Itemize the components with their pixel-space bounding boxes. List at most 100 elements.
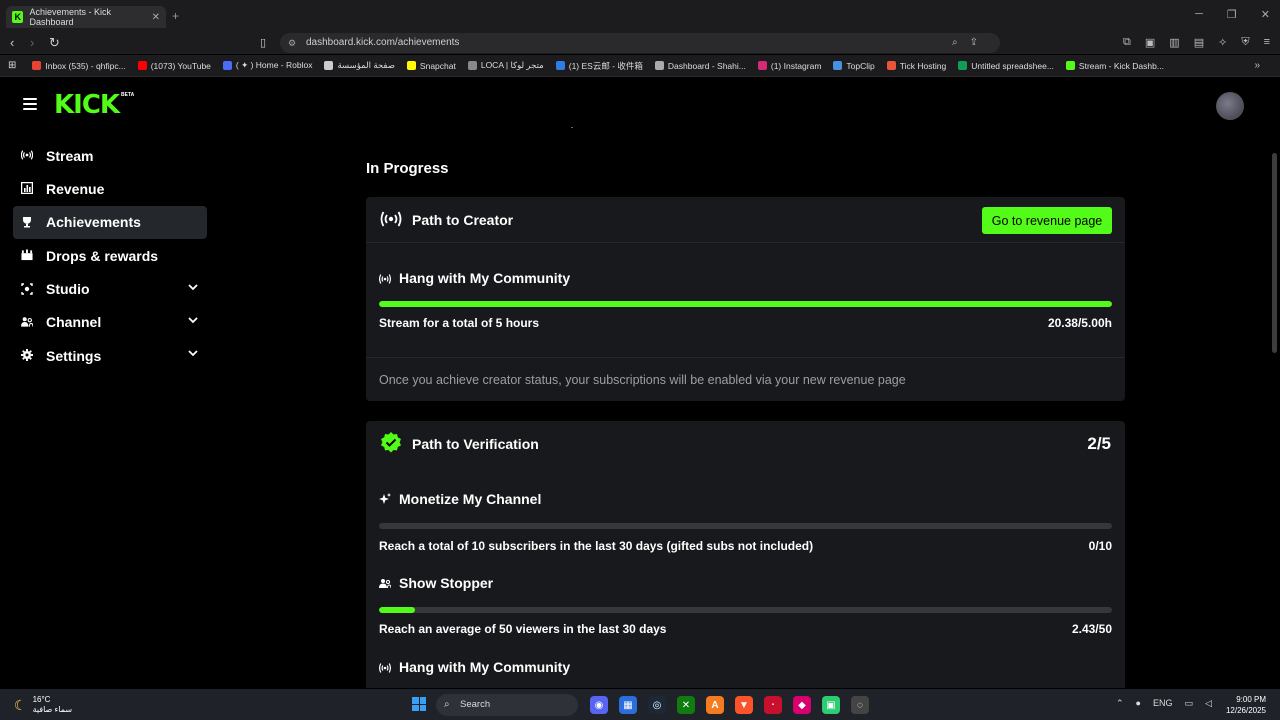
maximize-icon[interactable]: ❐ (1227, 8, 1237, 21)
bookmark-page-icon[interactable]: ▯ (260, 36, 266, 49)
sidebar-item-achievements[interactable]: Achievements (13, 205, 207, 239)
steam-icon[interactable]: ◎ (648, 696, 666, 714)
forward-icon[interactable]: › (30, 35, 34, 50)
bookmark-item[interactable]: Dashboard - Shahi... (654, 60, 746, 72)
leo-icon[interactable]: ✧ (1218, 36, 1227, 49)
kick-logo[interactable]: KICK (54, 90, 120, 120)
achievement-title: Show Stopper (379, 573, 1112, 593)
app-icon[interactable]: A (706, 696, 724, 714)
clock[interactable]: 9:00 PM 12/26/2025 (1226, 694, 1266, 716)
bookmark-item[interactable]: Inbox (535) - qhfipc... (32, 60, 126, 72)
language-indicator[interactable]: ENG (1153, 698, 1173, 709)
progress-fill (379, 607, 415, 613)
bookmark-item[interactable]: LOCA | متجر لوكا (467, 60, 544, 72)
bookmark-item[interactable]: Untitled spreadshee... (958, 60, 1054, 72)
wallet-icon[interactable]: ▤ (1194, 36, 1204, 49)
network-icon[interactable]: ▭ (1185, 698, 1194, 709)
sidebar-item-label: Achievements (46, 214, 141, 231)
reload-icon[interactable]: ↻ (49, 35, 60, 51)
game-icon[interactable]: ▪ (764, 696, 782, 714)
shield-icon[interactable]: ⛨ (1241, 36, 1249, 49)
bookmark-item[interactable]: صفحة المؤسسة (324, 60, 395, 72)
apps-grid-icon[interactable]: ⊞ (8, 60, 16, 71)
taskbar-search[interactable]: ⌕ Search (436, 694, 578, 716)
chevron-down-icon[interactable] (187, 347, 199, 359)
minimize-icon[interactable]: ─ (1195, 8, 1203, 21)
achievement-task: Reach a total of 10 subscribers in the l… (379, 539, 814, 553)
menu-hamburger-icon[interactable] (23, 98, 37, 110)
go-to-revenue-button[interactable]: Go to revenue page (982, 207, 1112, 234)
sidebar-item-channel[interactable]: Channel (13, 306, 207, 339)
sidebar-item-studio[interactable]: Studio (13, 273, 207, 306)
sidebar-item-drops[interactable]: Drops & rewards (13, 239, 207, 272)
user-avatar[interactable] (1216, 92, 1244, 120)
xbox-icon[interactable]: ✕ (677, 696, 695, 714)
bookmark-favicon-icon (958, 61, 968, 70)
trophy-icon (21, 216, 33, 228)
search-icon: ⌕ (444, 699, 450, 710)
achievement-hang-with-community: Hang with My Community Stream for a tota… (379, 268, 1112, 332)
chevron-down-icon[interactable] (187, 281, 199, 293)
bookmark-item[interactable]: Stream - Kick Dashb... (1065, 60, 1164, 72)
extensions-icon[interactable]: ⧉ (1123, 36, 1131, 49)
bookmark-item[interactable]: TopClip (833, 60, 875, 72)
tab-title: Achievements - Kick Dashboard (29, 7, 111, 27)
browser-tab[interactable]: K Achievements - Kick Dashboard ✕ (6, 6, 166, 28)
card-header: Path to Verification 2/5 (366, 421, 1125, 467)
bookmark-favicon-icon (467, 61, 477, 70)
page-scrollbar[interactable] (1272, 153, 1277, 353)
sidebar-item-settings[interactable]: Settings (13, 339, 207, 372)
achievement-title-text: Monetize My Channel (399, 491, 542, 507)
bookmark-favicon-icon (833, 61, 843, 70)
weather-widget[interactable]: ☾ 16°C سماء صافية (14, 695, 72, 715)
tab-close-icon[interactable]: ✕ (152, 12, 160, 23)
chevron-down-icon[interactable] (187, 314, 199, 326)
site-info-icon[interactable]: ⚙ (288, 33, 296, 53)
menu-icon[interactable]: ≡ (1264, 36, 1270, 49)
share-icon[interactable]: ⇪ (970, 37, 990, 48)
bookmark-label: صفحة المؤسسة (337, 60, 395, 70)
achievement-task-row: Reach an average of 50 viewers in the la… (379, 620, 1112, 638)
bookmark-favicon-icon (406, 61, 416, 70)
brave-icon[interactable]: ▼ (735, 696, 753, 714)
sidebar-item-stream[interactable]: Stream (13, 139, 207, 172)
verification-count: 2/5 (1087, 434, 1111, 453)
volume-icon[interactable]: ◁ (1205, 698, 1212, 709)
top-bar: KICK BETA (0, 78, 1280, 130)
address-toolbar: ‹ › ↻ ▯ ⚙ dashboard.kick.com/achievement… (0, 32, 1280, 54)
chevron-up-icon[interactable]: ⌃ (1116, 698, 1124, 709)
sidebar-item-revenue[interactable]: Revenue (13, 172, 207, 205)
weather-desc: سماء صافية (32, 705, 73, 714)
reading-list-icon[interactable]: ▣ (1145, 36, 1155, 49)
app-icon[interactable]: ◆ (793, 696, 811, 714)
bookmark-item[interactable]: (1073) YouTube (137, 60, 211, 72)
zoom-icon[interactable]: ⌕ (952, 37, 970, 48)
app-icon[interactable]: ▣ (822, 696, 840, 714)
bookmark-item[interactable]: Snapchat (406, 60, 456, 72)
bookmark-item[interactable]: (1) ES云邮 - 收件箱 (555, 60, 643, 72)
url-actions: ⌕⇪ (952, 33, 990, 53)
bookmark-item[interactable]: (1) Instagram (757, 60, 821, 72)
discord-icon[interactable]: ◉ (590, 696, 608, 714)
dashboard-page: KICK BETA Stream Revenue Achievements Dr… (0, 78, 1280, 688)
windows-start-icon[interactable] (412, 697, 426, 711)
back-icon[interactable]: ‹ (10, 35, 14, 50)
bookmark-item[interactable]: ( ✦ ) Home - Roblox (222, 60, 312, 72)
bookmark-favicon-icon (222, 61, 232, 70)
bookmarks-more-icon[interactable]: » (1254, 60, 1260, 71)
sidebar-toggle-icon[interactable]: ▥ (1169, 36, 1179, 49)
bookmark-favicon-icon (32, 61, 42, 70)
mic-icon[interactable]: ● (1136, 698, 1141, 709)
verified-badge-icon (380, 432, 402, 453)
new-tab-button[interactable]: + (172, 9, 179, 23)
store-icon[interactable]: ▦ (619, 696, 637, 714)
bookmark-item[interactable]: Tick Hosting (886, 60, 946, 72)
url-bar[interactable]: ⚙ dashboard.kick.com/achievements ⌕⇪ (280, 33, 1000, 53)
browser-tabbar: K Achievements - Kick Dashboard ✕ + ─ ❐ … (0, 0, 1280, 32)
achievement-hang-with-community: Hang with My Community (379, 657, 1112, 677)
divider (571, 127, 573, 128)
close-window-icon[interactable]: ✕ (1261, 8, 1270, 21)
sidebar-item-label: Settings (46, 347, 102, 364)
app-icon[interactable]: ◌ (851, 696, 869, 714)
weather-temp: 16°C (32, 695, 51, 704)
